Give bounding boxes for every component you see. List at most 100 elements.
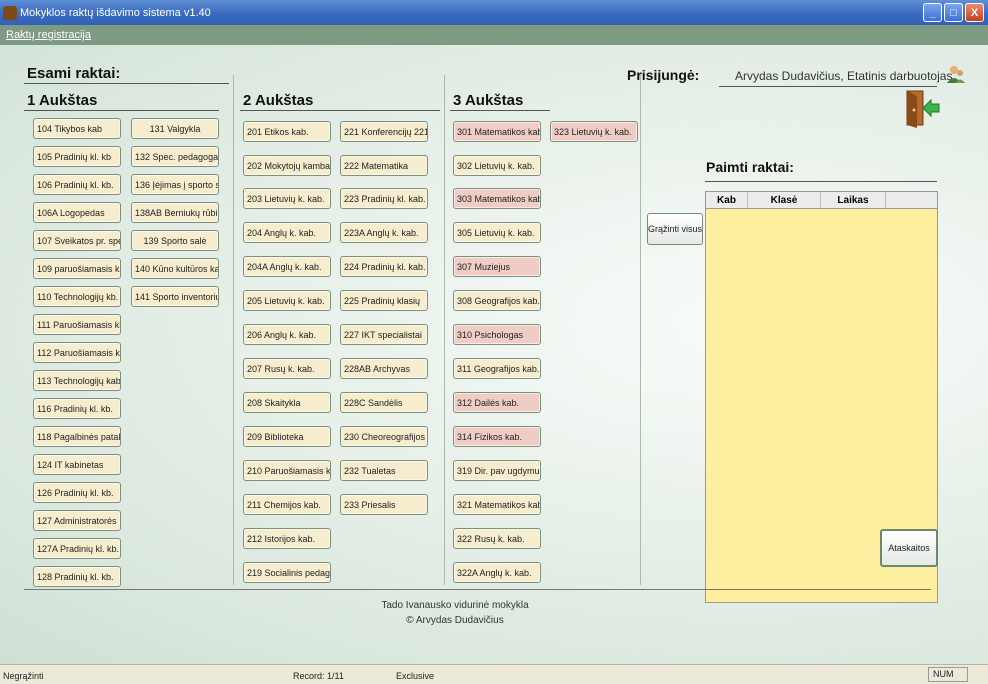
key-button-132[interactable]: 132 Spec. pedagogas [131,146,219,167]
logout-icon[interactable] [903,88,941,128]
divider [24,83,229,84]
key-button-223a[interactable]: 223A Anglų k. kab. [340,222,428,243]
key-button-138ab[interactable]: 138AB Berniukų rūbin [131,202,219,223]
key-button-212[interactable]: 212 Istorijos kab. [243,528,331,549]
key-button-303[interactable]: 303 Matematikos kab. [453,188,541,209]
key-button-105[interactable]: 105 Pradinių kl. kb [33,146,121,167]
floor2-heading: 2 Aukštas [243,92,314,109]
logged-in-label: Prisijungė: [627,67,700,83]
key-button-127a[interactable]: 127A Pradinių kl. kb. [33,538,121,559]
key-button-323[interactable]: 323 Lietuvių k. kab. [550,121,638,142]
record-counter: Record: 1/11 [293,671,344,681]
column-separator [233,75,234,585]
key-button-118[interactable]: 118 Pagalbinės patalp [33,426,121,447]
key-button-228c[interactable]: 228C Sandėlis [340,392,428,413]
key-button-106a[interactable]: 106A Logopedas [33,202,121,223]
key-button-109[interactable]: 109 paruošiamasis kl [33,258,121,279]
key-button-312[interactable]: 312 Dailės kab. [453,392,541,413]
key-button-107[interactable]: 107 Sveikatos pr. spec [33,230,121,251]
key-button-311[interactable]: 311 Geografijos kab. [453,358,541,379]
user-icon [947,66,965,83]
key-button-307[interactable]: 307 Muziejus [453,256,541,277]
key-button-209[interactable]: 209 Biblioteka [243,426,331,447]
key-button-126[interactable]: 126 Pradinių kl. kb. [33,482,121,503]
grid-header-klase[interactable]: Klasė [748,192,821,208]
key-button-211[interactable]: 211 Chemijos kab. [243,494,331,515]
key-button-314[interactable]: 314 Fizikos kab. [453,426,541,447]
key-button-110[interactable]: 110 Technologijų kb. [33,286,121,307]
key-button-206[interactable]: 206 Anglų k. kab. [243,324,331,345]
taken-keys-heading: Paimti raktai: [706,159,794,175]
key-button-124[interactable]: 124 IT kabinetas [33,454,121,475]
minimize-button[interactable]: _ [923,3,942,22]
key-button-204a[interactable]: 204A Anglų k. kab. [243,256,331,277]
key-button-224[interactable]: 224 Pradinių kl. kab. [340,256,428,277]
grid-header: Kab Klasė Laikas [706,192,937,209]
maximize-button[interactable]: □ [944,3,963,22]
key-button-223[interactable]: 223 Pradinių kl. kab. [340,188,428,209]
divider [719,86,937,87]
window-titlebar: Mokyklos raktų išdavimo sistema v1.40 _ … [0,0,988,25]
key-button-201[interactable]: 201 Etikos kab. [243,121,331,142]
divider [450,110,550,111]
key-button-308[interactable]: 308 Geografijos kab. [453,290,541,311]
floor1-heading: 1 Aukštas [27,92,98,109]
key-button-140[interactable]: 140 Kūno kultūros kab [131,258,219,279]
key-button-131[interactable]: 131 Valgykla [131,118,219,139]
existing-keys-heading: Esami raktai: [27,65,121,82]
key-button-106[interactable]: 106 Pradinių kl. kb. [33,174,121,195]
key-button-203[interactable]: 203 Lietuvių k. kab. [243,188,331,209]
key-button-221[interactable]: 221 Konferencijų 221 [340,121,428,142]
key-button-222[interactable]: 222 Matematika [340,155,428,176]
key-button-302[interactable]: 302 Lietuvių k. kab. [453,155,541,176]
key-button-207[interactable]: 207 Rusų k. kab. [243,358,331,379]
key-button-233[interactable]: 233 Priesalis [340,494,428,515]
divider [240,110,440,111]
key-button-104[interactable]: 104 Tikybos kab [33,118,121,139]
return-all-button[interactable]: Grąžinti visus [647,213,703,245]
grid-header-filler [886,192,937,208]
record-lock-mode: Exclusive [396,671,435,681]
key-button-204[interactable]: 204 Anglų k. kab. [243,222,331,243]
column-separator [640,75,641,585]
app-icon [3,5,17,20]
status-filter: Negrąžinti [3,671,44,681]
key-button-127[interactable]: 127 Administratorės [33,510,121,531]
num-lock-indicator: NUM [928,667,968,682]
key-button-205[interactable]: 205 Lietuvių k. kab. [243,290,331,311]
key-button-319[interactable]: 319 Dir. pav ugdymui [453,460,541,481]
key-button-113[interactable]: 113 Technologijų kab. [33,370,121,391]
column-separator [444,75,445,585]
key-button-219[interactable]: 219 Socialinis pedagog [243,562,331,583]
key-button-232[interactable]: 232 Tualetas [340,460,428,481]
key-button-141[interactable]: 141 Sporto inventorius [131,286,219,307]
key-button-322[interactable]: 322 Rusų k. kab. [453,528,541,549]
key-button-210[interactable]: 210 Paruošiamasis kl [243,460,331,481]
key-button-128[interactable]: 128 Pradinių kl. kb. [33,566,121,587]
grid-header-kab[interactable]: Kab [706,192,748,208]
key-button-301[interactable]: 301 Matematikos kab. [453,121,541,142]
key-button-322a[interactable]: 322A Anglų k. kab. [453,562,541,583]
key-button-111[interactable]: 111 Paruošiamasis kl [33,314,121,335]
key-button-230[interactable]: 230 Cheoreografijos sa [340,426,428,447]
grid-header-laikas[interactable]: Laikas [821,192,886,208]
key-button-208[interactable]: 208 Skaitykla [243,392,331,413]
status-bar: Negrąžinti Record: 1/11 Exclusive NUM [0,664,988,684]
main-form: Esami raktai: 1 Aukštas 2 Aukštas 3 Aukš… [0,45,988,664]
key-button-112[interactable]: 112 Paruošiamasis kl [33,342,121,363]
key-button-116[interactable]: 116 Pradinių kl. kb. [33,398,121,419]
divider [24,589,931,590]
close-button[interactable]: X [965,3,984,22]
key-button-136[interactable]: 136 Įėjimas į sporto s [131,174,219,195]
key-button-202[interactable]: 202 Mokytojų kambarys [243,155,331,176]
key-button-227[interactable]: 227 IKT specialistai [340,324,428,345]
menu-key-registration[interactable]: Raktų registracija [0,25,988,45]
reports-button[interactable]: Ataskaitos [880,529,938,567]
user-name: Arvydas Dudavičius, Etatinis darbuotojas [735,69,953,83]
key-button-305[interactable]: 305 Lietuvių k. kab. [453,222,541,243]
key-button-321[interactable]: 321 Matematikos kab. [453,494,541,515]
key-button-310[interactable]: 310 Psichologas [453,324,541,345]
key-button-225[interactable]: 225 Pradinių klasių [340,290,428,311]
key-button-228ab[interactable]: 228AB Archyvas [340,358,428,379]
key-button-139[interactable]: 139 Sporto salė [131,230,219,251]
